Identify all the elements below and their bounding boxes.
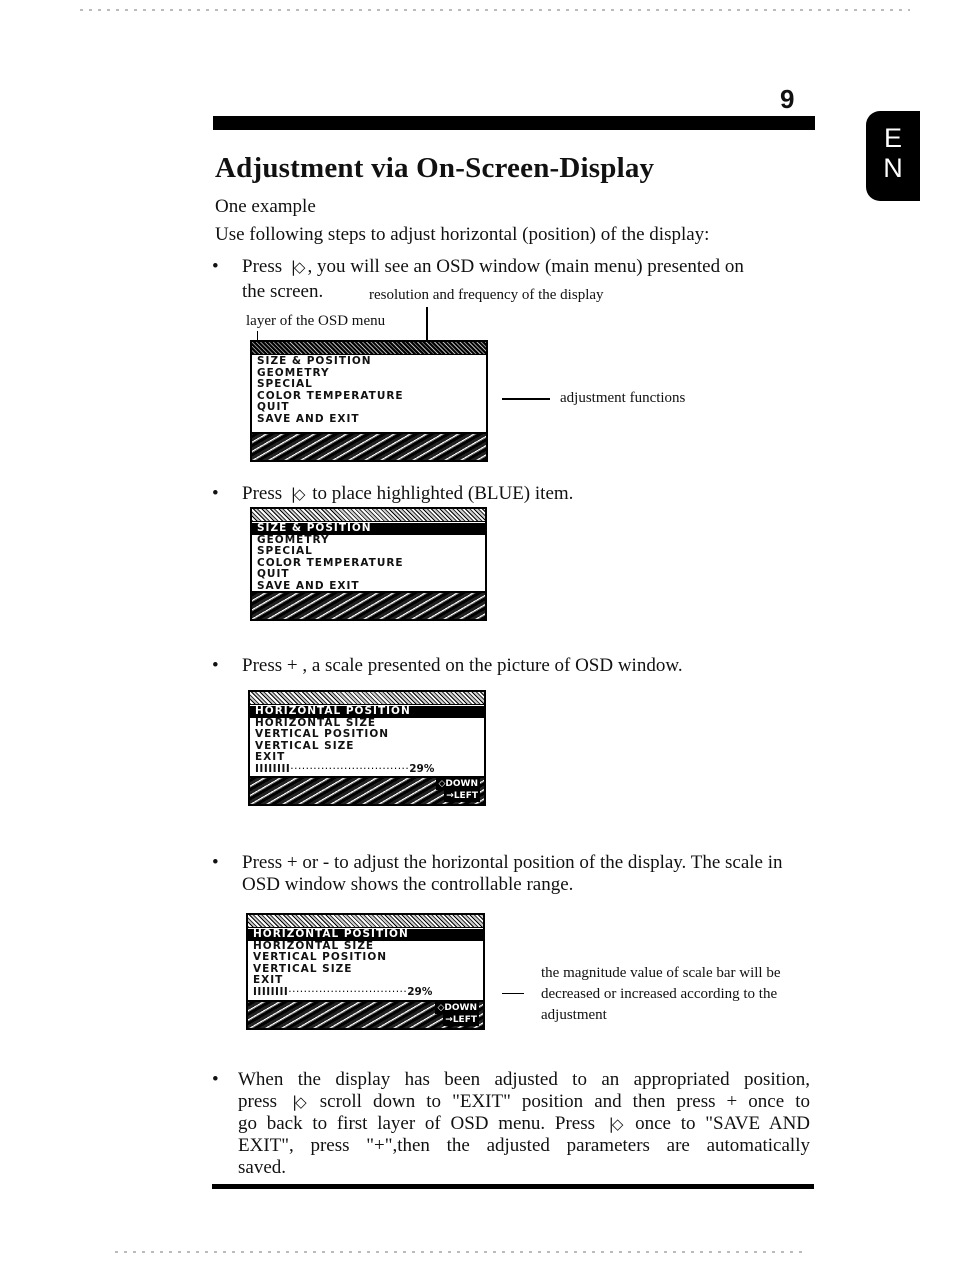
scale-value: 29% xyxy=(407,985,433,998)
osd-scale-bar[interactable]: IIIIIIII·······························2… xyxy=(248,985,483,999)
menu-select-button-icon: |◇ xyxy=(290,258,306,276)
header-rule xyxy=(213,116,815,130)
scale-empty-dots: ······························· xyxy=(288,985,408,998)
osd-window-scale-adjust: HORIZONTAL POSITION HORIZONTAL SIZE VERT… xyxy=(246,913,485,1030)
osd-footer-hints: ◇DOWN →LEFT xyxy=(250,776,484,804)
footer-rule xyxy=(212,1184,814,1189)
annotation-resolution: resolution and frequency of the display xyxy=(369,287,604,303)
footer-hint-down: ◇DOWN xyxy=(435,1002,479,1014)
osd-item-horizontal-position-highlighted[interactable]: HORIZONTAL POSITION xyxy=(250,705,484,718)
scale-empty-dots: ······························· xyxy=(290,762,410,775)
annotation-scale-note-line-2: decreased or increased according to the xyxy=(541,986,778,1002)
footer-hint-left: →LEFT xyxy=(443,1014,479,1026)
osd-window-main-menu: SIZE & POSITION GEOMETRY SPECIAL COLOR T… xyxy=(250,340,488,462)
osd-window-highlighted: SIZE & POSITION GEOMETRY SPECIAL COLOR T… xyxy=(250,507,487,621)
bullet-5: • xyxy=(212,1069,219,1090)
step-3-text: Press + , a scale presented on the pictu… xyxy=(242,655,683,676)
annotation-scale-note-line-1: the magnitude value of scale bar will be xyxy=(541,965,781,981)
step-1-line-2: the screen. xyxy=(242,281,324,302)
osd-item-size-position[interactable]: SIZE & POSITION xyxy=(252,355,486,368)
step-5-line-3-post: once to "SAVE AND xyxy=(635,1113,811,1134)
footer-hint-left: →LEFT xyxy=(444,790,480,802)
osd-submenu-list: HORIZONTAL POSITION HORIZONTAL SIZE VERT… xyxy=(248,928,483,999)
annotation-scale-note: the magnitude value of scale bar will be… xyxy=(541,963,781,1026)
scan-artifact-bottom xyxy=(115,1251,805,1253)
language-tab: E N xyxy=(866,111,920,201)
scale-filled-ticks: IIIIIIII xyxy=(255,762,291,775)
step-5-line-4: EXIT", press "+",then the adjusted param… xyxy=(238,1135,810,1156)
osd-scale-bar[interactable]: IIIIIIII·······························2… xyxy=(250,762,484,776)
language-tab-letter-1: E xyxy=(883,123,902,153)
osd-footer-hints xyxy=(252,432,486,460)
step-5-line-2-post: scroll down to "EXIT" position and then … xyxy=(319,1091,810,1112)
osd-menu-list: SIZE & POSITION GEOMETRY SPECIAL COLOR T… xyxy=(252,355,486,426)
bullet-2: • xyxy=(212,483,219,504)
osd-item-save-and-exit[interactable]: SAVE AND EXIT xyxy=(252,413,486,426)
step-5-text: When the display has been adjusted to an… xyxy=(238,1069,810,1179)
intro-instructions: Use following steps to adjust horizontal… xyxy=(215,224,710,245)
osd-header-resolution xyxy=(252,342,486,355)
osd-header-resolution xyxy=(252,509,485,522)
bullet-4: • xyxy=(212,852,219,873)
step-2-text-post: to place highlighted (BLUE) item. xyxy=(312,483,574,504)
step-1-line-1: Press |◇, you will see an OSD window (ma… xyxy=(242,256,814,278)
scale-value: 29% xyxy=(409,762,435,775)
step-5-line-3: go back to first layer of OSD menu. Pres… xyxy=(238,1113,810,1135)
footer-hint-down: ◇DOWN xyxy=(436,778,480,790)
osd-window-size-position: HORIZONTAL POSITION HORIZONTAL SIZE VERT… xyxy=(248,690,486,806)
bullet-3: • xyxy=(212,655,219,676)
scan-artifact-top xyxy=(80,9,910,11)
annotation-resolution-pointer xyxy=(426,307,428,342)
step-2-text: Press |◇ to place highlighted (BLUE) ite… xyxy=(242,483,814,505)
osd-header-submenu-title xyxy=(248,915,483,928)
annotation-functions-pointer xyxy=(502,398,550,400)
osd-item-vertical-size[interactable]: VERTICAL SIZE xyxy=(250,740,484,753)
osd-item-size-position-highlighted[interactable]: SIZE & POSITION xyxy=(252,522,485,535)
osd-menu-list: SIZE & POSITION GEOMETRY SPECIAL COLOR T… xyxy=(252,522,485,593)
step-2-text-pre: Press xyxy=(242,483,283,504)
step-1-text-post: , you will see an OSD window (main menu)… xyxy=(307,256,744,277)
step-5-line-2: press |◇ scroll down to "EXIT" position … xyxy=(238,1091,810,1113)
osd-submenu-list: HORIZONTAL POSITION HORIZONTAL SIZE VERT… xyxy=(250,705,484,776)
osd-footer-hints: ◇DOWN →LEFT xyxy=(248,1000,483,1028)
intro-example: One example xyxy=(215,196,316,217)
annotation-layer: layer of the OSD menu xyxy=(246,313,386,329)
annotation-scale-note-line-3: adjustment xyxy=(541,1007,607,1023)
scale-filled-ticks: IIIIIIII xyxy=(253,985,289,998)
bullet-1: • xyxy=(212,256,219,277)
step-5-line-3-pre: go back to first layer of OSD menu. Pres… xyxy=(238,1113,596,1134)
annotation-scale-pointer xyxy=(502,993,524,994)
step-5-line-1: When the display has been adjusted to an… xyxy=(238,1069,810,1090)
step-4-text: Press + or - to adjust the horizontal po… xyxy=(242,852,783,895)
step-5-line-2-pre: press xyxy=(238,1091,278,1112)
menu-select-button-icon: |◇ xyxy=(290,485,306,503)
osd-item-vertical-size[interactable]: VERTICAL SIZE xyxy=(248,963,483,976)
step-1-text-pre: Press xyxy=(242,256,283,277)
language-tab-letter-2: N xyxy=(883,153,903,183)
page-number: 9 xyxy=(780,84,795,114)
osd-header-submenu-title xyxy=(250,692,484,705)
step-5-line-5: saved. xyxy=(238,1157,287,1178)
page-title: Adjustment via On-Screen-Display xyxy=(215,152,655,184)
osd-footer-hints xyxy=(252,591,485,619)
annotation-adjustment-functions: adjustment functions xyxy=(560,390,686,406)
menu-select-button-icon: |◇ xyxy=(292,1093,307,1111)
osd-item-horizontal-position-highlighted[interactable]: HORIZONTAL POSITION xyxy=(248,928,483,941)
menu-select-button-icon: |◇ xyxy=(608,1115,624,1133)
